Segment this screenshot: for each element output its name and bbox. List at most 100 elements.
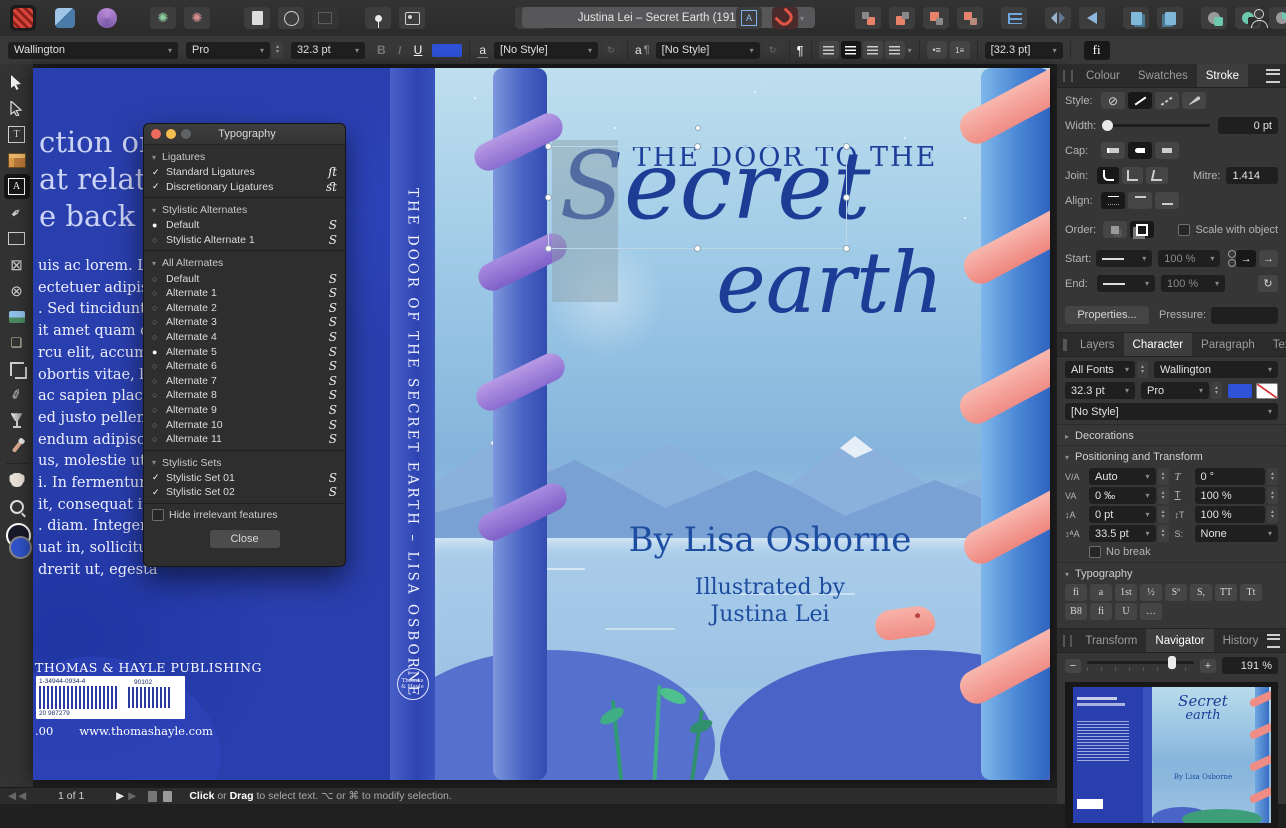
numbered-list-button[interactable]: 1≡ (950, 41, 970, 59)
alternate-option[interactable]: ○DefaultS (144, 271, 345, 286)
picture-frame-rectangle-tool[interactable]: ⊠ (4, 252, 30, 277)
align-inside-button[interactable] (1128, 192, 1152, 209)
variant-stepper[interactable]: ▴▾ (1211, 382, 1222, 399)
close-button[interactable]: Close (210, 530, 280, 548)
tab-navigator[interactable]: Navigator (1146, 629, 1213, 652)
scale-with-object-checkbox[interactable] (1178, 224, 1190, 236)
tab-paragraph[interactable]: Paragraph (1192, 333, 1264, 356)
stylistic-alternate-option[interactable]: ●DefaultS (144, 218, 345, 233)
alignment-more-chevron[interactable]: ▾ (908, 46, 912, 55)
typography-feature-button[interactable]: TT (1215, 584, 1237, 601)
move-backward-icon[interactable] (923, 7, 949, 29)
typography-feature-button[interactable]: … (1140, 603, 1162, 620)
v-scale-field[interactable]: 100 % (1195, 506, 1266, 523)
leading-select[interactable]: [32.3 pt] (985, 42, 1063, 59)
width-slider[interactable] (1103, 124, 1210, 127)
tab-layers[interactable]: Layers (1071, 333, 1124, 356)
end-style-select[interactable] (1097, 275, 1155, 292)
account-person-icon[interactable] (1246, 7, 1272, 29)
pages-tool[interactable]: ❏ (4, 330, 30, 355)
view-hand-tool[interactable] (4, 468, 30, 493)
previous-page-icon[interactable]: ◀ (18, 790, 26, 802)
typography-panel-toggle[interactable]: fi (1084, 41, 1110, 60)
selection-handle[interactable] (545, 245, 552, 252)
first-page-icon[interactable]: ◀ (8, 790, 16, 802)
zoom-out-button[interactable]: − (1065, 659, 1081, 673)
fill-stroke-colour-selector[interactable] (4, 520, 30, 560)
pressure-field[interactable] (1211, 307, 1278, 324)
table-tool[interactable] (4, 148, 30, 173)
tab-transform[interactable]: Transform (1076, 629, 1146, 652)
typography-feature-button[interactable]: fi (1065, 584, 1087, 601)
selection-handle[interactable] (694, 143, 701, 150)
stroke-brush-button[interactable] (1182, 92, 1206, 109)
arrow-end-button[interactable]: → (1259, 250, 1278, 267)
cap-butt-button[interactable] (1101, 142, 1125, 159)
hide-irrelevant-row[interactable]: Hide irrelevant features (144, 504, 345, 526)
width-value-field[interactable]: 0 pt (1218, 117, 1278, 134)
font-size-select[interactable]: 32.3 pt (291, 42, 365, 59)
collection-stepper[interactable]: ▴▾ (1137, 361, 1148, 378)
cover-author[interactable]: By Lisa Osborne (570, 520, 970, 560)
shear-field[interactable]: 0 ° (1195, 468, 1266, 485)
show-special-chars-button[interactable]: ¶ (797, 43, 804, 58)
leading-override-field[interactable]: 33.5 pt (1089, 525, 1156, 542)
alternate-option[interactable]: ●Alternate 5S (144, 344, 345, 359)
join-round-button[interactable] (1097, 167, 1119, 184)
cover-illustrated-by[interactable]: Illustrated by (570, 574, 970, 601)
font-family-select[interactable]: Wallington (8, 42, 178, 59)
publisher-app-icon[interactable] (10, 5, 36, 31)
transparency-tool[interactable] (4, 408, 30, 433)
align-center-button[interactable] (841, 41, 861, 59)
navigator-thumbnail[interactable]: Secretearth By Lisa Osborne (1065, 682, 1278, 828)
shape-circle-icon[interactable] (278, 7, 304, 29)
document-setup-gear-icon[interactable]: ✺ (150, 7, 176, 29)
tab-stroke[interactable]: Stroke (1197, 64, 1248, 87)
character-stroke-none-swatch[interactable] (1256, 383, 1278, 399)
place-image-tool[interactable] (4, 304, 30, 329)
positioning-header-row[interactable]: ▾Positioning and Transform (1057, 445, 1286, 466)
script-field[interactable]: None (1195, 525, 1279, 542)
move-to-front-icon[interactable] (855, 7, 881, 29)
stylistic-set-option[interactable]: ✓Stylistic Set 02S (144, 485, 345, 500)
alternate-option[interactable]: ○Alternate 11S (144, 432, 345, 447)
italic-button[interactable]: I (398, 43, 402, 58)
picture-frame-ellipse-tool[interactable]: ⊗ (4, 278, 30, 303)
typography-dialog[interactable]: Typography ▾Ligatures ✓Standard Ligature… (143, 123, 346, 567)
typography-feature-button[interactable]: ½ (1140, 584, 1162, 601)
spread-setup-gear-icon[interactable]: ✺ (184, 7, 210, 29)
panel-grip[interactable] (1063, 70, 1073, 82)
no-break-checkbox[interactable] (1089, 546, 1101, 558)
next-page-icon[interactable]: ▶ (116, 790, 124, 802)
join-mitre-button[interactable] (1146, 167, 1168, 184)
zoom-slider[interactable] (1087, 661, 1194, 664)
ligature-option[interactable]: ✓Standard Ligaturesﬅ (144, 165, 345, 180)
alignment-icon[interactable] (1001, 7, 1027, 29)
close-traffic-light[interactable] (151, 129, 161, 139)
arrow-start-button[interactable]: → (1236, 250, 1255, 267)
zoom-value-field[interactable]: 191 % (1222, 657, 1278, 674)
selection-bounding-box[interactable] (548, 146, 847, 249)
stroke-solid-button[interactable] (1128, 92, 1152, 109)
typography-feature-button[interactable]: fi (1090, 603, 1112, 620)
tab-history[interactable]: History (1214, 629, 1268, 652)
typography-feature-button[interactable]: Tt (1240, 584, 1262, 601)
baseline-field[interactable]: 0 pt (1089, 506, 1156, 523)
colour-picker-tool[interactable] (4, 434, 30, 459)
selection-handle[interactable] (843, 194, 850, 201)
last-page-icon[interactable]: ▶ (128, 790, 136, 802)
minimize-traffic-light[interactable] (166, 129, 176, 139)
selection-handle[interactable] (843, 245, 850, 252)
align-centre-button[interactable] (1101, 192, 1125, 209)
stylistic-set-option[interactable]: ✓Stylistic Set 01S (144, 471, 345, 486)
panel-menu-icon[interactable] (1267, 634, 1280, 648)
selection-handle[interactable] (694, 245, 701, 252)
pinboard-icon[interactable] (399, 7, 425, 29)
cap-round-button[interactable] (1128, 142, 1152, 159)
typography-feature-button[interactable]: U (1115, 603, 1137, 620)
kerning-field[interactable]: Auto (1089, 468, 1156, 485)
insert-inside-icon[interactable] (1123, 7, 1149, 29)
snapping-magnet-icon[interactable] (772, 7, 798, 29)
node-tool[interactable] (4, 96, 30, 121)
end-scale-select[interactable]: 100 % (1161, 275, 1225, 292)
